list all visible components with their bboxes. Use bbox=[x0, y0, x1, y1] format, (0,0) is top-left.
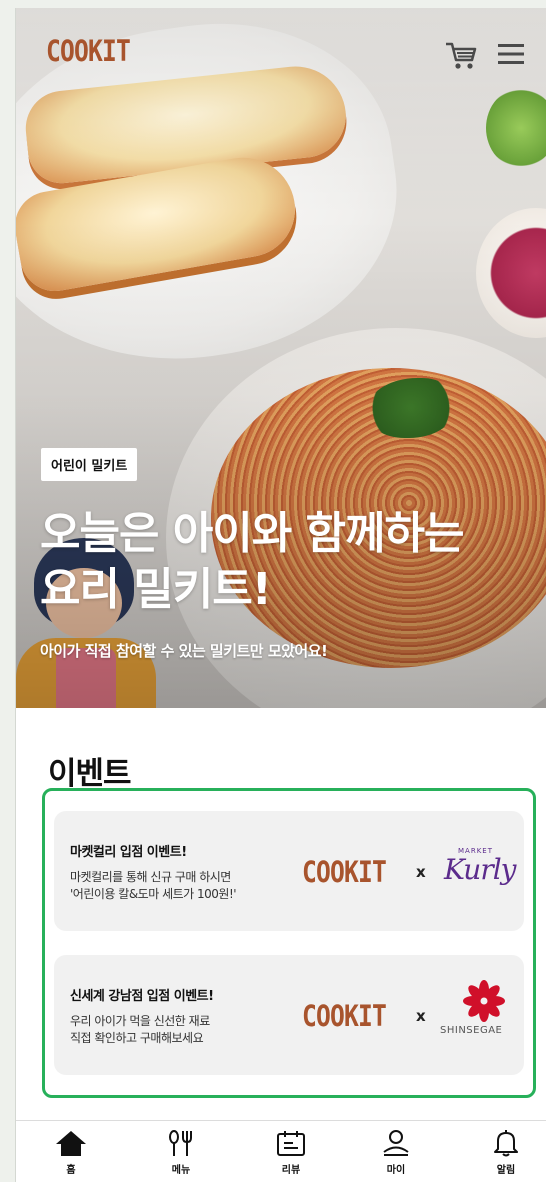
cookit-logo: COOKIT bbox=[302, 999, 387, 1033]
events-list: 마켓컬리 입점 이벤트! 마켓컬리를 통해 신규 구매 하시면 '어린이용 칼&… bbox=[42, 788, 536, 1098]
cookit-logo[interactable]: COOKIT bbox=[46, 34, 131, 68]
user-icon bbox=[383, 1130, 409, 1156]
hamburger-menu-icon[interactable] bbox=[496, 38, 528, 70]
event-description: 마켓컬리를 통해 신규 구매 하시면 '어린이용 칼&도마 세트가 100원!' bbox=[70, 870, 237, 901]
bell-icon bbox=[494, 1130, 518, 1157]
nav-item-menu[interactable]: 메뉴 bbox=[146, 1129, 216, 1181]
event-title: 마켓컬리 입점 이벤트! bbox=[70, 845, 187, 860]
nav-item-alarm[interactable]: 알림 bbox=[471, 1129, 541, 1181]
hero-banner[interactable]: COOKIT 어린이 밀키트 오늘은 아이와 함께하는 요리 밀키트! 아이가 … bbox=[16, 8, 546, 708]
cookit-logo: COOKIT bbox=[302, 855, 387, 889]
hero-subtitle: 아이가 직접 참여할 수 있는 밀키트만 모았어요! bbox=[40, 642, 328, 660]
review-icon bbox=[277, 1131, 305, 1156]
events-section-title: 이벤트 bbox=[48, 756, 132, 792]
home-icon bbox=[56, 1131, 86, 1156]
shinsegae-logo-text: SHINSEGAE bbox=[440, 1025, 503, 1036]
cart-icon[interactable] bbox=[444, 40, 478, 72]
nav-item-home[interactable]: 홈 bbox=[36, 1129, 106, 1181]
nav-label: 마이 bbox=[386, 1165, 406, 1176]
nav-label: 알림 bbox=[496, 1165, 516, 1176]
shinsegae-flower-icon bbox=[463, 980, 505, 1022]
event-card-kurly[interactable]: 마켓컬리 입점 이벤트! 마켓컬리를 통해 신규 구매 하시면 '어린이용 칼&… bbox=[54, 811, 524, 931]
nav-item-my[interactable]: 마이 bbox=[361, 1129, 431, 1181]
nav-item-review[interactable]: 리뷰 bbox=[256, 1129, 326, 1181]
event-title: 신세계 강남점 입점 이벤트! bbox=[70, 989, 214, 1004]
utensils-icon bbox=[169, 1130, 192, 1156]
hero-badge: 어린이 밀키트 bbox=[41, 448, 138, 481]
kurly-logo: MARKET Kurly bbox=[444, 847, 516, 886]
nav-label: 홈 bbox=[66, 1165, 76, 1176]
collab-separator: x bbox=[416, 863, 426, 881]
phone-screen: COOKIT 어린이 밀키트 오늘은 아이와 함께하는 요리 밀키트! 아이가 … bbox=[16, 8, 546, 1182]
collab-separator: x bbox=[416, 1007, 426, 1025]
hero-title: 오늘은 아이와 함께하는 요리 밀키트! bbox=[40, 508, 464, 615]
bottom-navigation: 홈 메뉴 리뷰 마이 알림 bbox=[16, 1120, 546, 1182]
event-card-shinsegae[interactable]: 신세계 강남점 입점 이벤트! 우리 아이가 먹을 신선한 재료 직접 확인하고… bbox=[54, 955, 524, 1075]
event-description: 우리 아이가 먹을 신선한 재료 직접 확인하고 구매해보세요 bbox=[70, 1014, 210, 1045]
nav-label: 리뷰 bbox=[281, 1165, 301, 1176]
nav-label: 메뉴 bbox=[171, 1165, 191, 1176]
